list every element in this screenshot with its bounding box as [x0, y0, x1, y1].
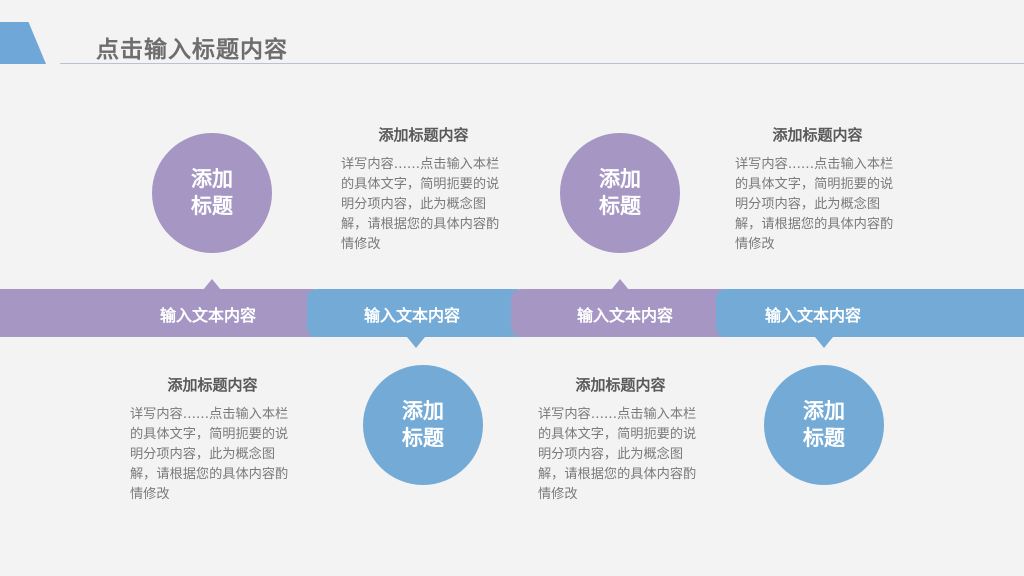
text-block-4: 添加标题内容 详写内容……点击输入本栏的具体文字，简明扼要的说明分项内容，此为概…: [735, 124, 900, 255]
band-segment-3[interactable]: 输入文本内容: [511, 289, 733, 337]
band-label-4: 输入文本内容: [765, 306, 862, 325]
block-description-3[interactable]: 详写内容……点击输入本栏的具体文字，简明扼要的说明分项内容，此为概念图解，请根据…: [538, 405, 700, 505]
block-heading-2[interactable]: 添加标题内容: [341, 124, 506, 145]
page-title[interactable]: 点击输入标题内容: [96, 30, 288, 64]
title-divider: [60, 63, 1024, 64]
block-heading-4[interactable]: 添加标题内容: [735, 124, 900, 145]
circle-label-4: 添加标题: [803, 399, 845, 450]
block-description-4[interactable]: 详写内容……点击输入本栏的具体文字，简明扼要的说明分项内容，此为概念图解，请根据…: [735, 155, 897, 255]
band-label-1: 输入文本内容: [160, 306, 257, 325]
block-heading-1[interactable]: 添加标题内容: [130, 374, 295, 395]
circle-label-3: 添加标题: [599, 167, 641, 218]
band-label-2: 输入文本内容: [364, 306, 461, 325]
circle-item-1[interactable]: 添加标题: [152, 133, 272, 253]
circle-item-2[interactable]: 添加标题: [363, 365, 483, 485]
band-segment-2[interactable]: 输入文本内容: [307, 289, 527, 337]
band-segment-1[interactable]: 输入文本内容: [0, 289, 323, 337]
band-label-3: 输入文本内容: [577, 306, 674, 325]
circle-item-3[interactable]: 添加标题: [560, 133, 680, 253]
circle-label-2: 添加标题: [402, 399, 444, 450]
text-block-1: 添加标题内容 详写内容……点击输入本栏的具体文字，简明扼要的说明分项内容，此为概…: [130, 374, 295, 505]
band-segment-4[interactable]: 输入文本内容: [716, 289, 1024, 337]
block-description-1[interactable]: 详写内容……点击输入本栏的具体文字，简明扼要的说明分项内容，此为概念图解，请根据…: [130, 405, 292, 505]
text-block-3: 添加标题内容 详写内容……点击输入本栏的具体文字，简明扼要的说明分项内容，此为概…: [538, 374, 703, 505]
text-block-2: 添加标题内容 详写内容……点击输入本栏的具体文字，简明扼要的说明分项内容，此为概…: [341, 124, 506, 255]
circle-label-1: 添加标题: [191, 167, 233, 218]
corner-accent: [0, 22, 46, 64]
pointer-down-2: [407, 337, 425, 348]
block-heading-3[interactable]: 添加标题内容: [538, 374, 703, 395]
timeline-band: 输入文本内容 输入文本内容 输入文本内容 输入文本内容: [0, 289, 1024, 337]
circle-item-4[interactable]: 添加标题: [764, 365, 884, 485]
block-description-2[interactable]: 详写内容……点击输入本栏的具体文字，简明扼要的说明分项内容，此为概念图解，请根据…: [341, 155, 503, 255]
pointer-down-4: [815, 337, 833, 348]
